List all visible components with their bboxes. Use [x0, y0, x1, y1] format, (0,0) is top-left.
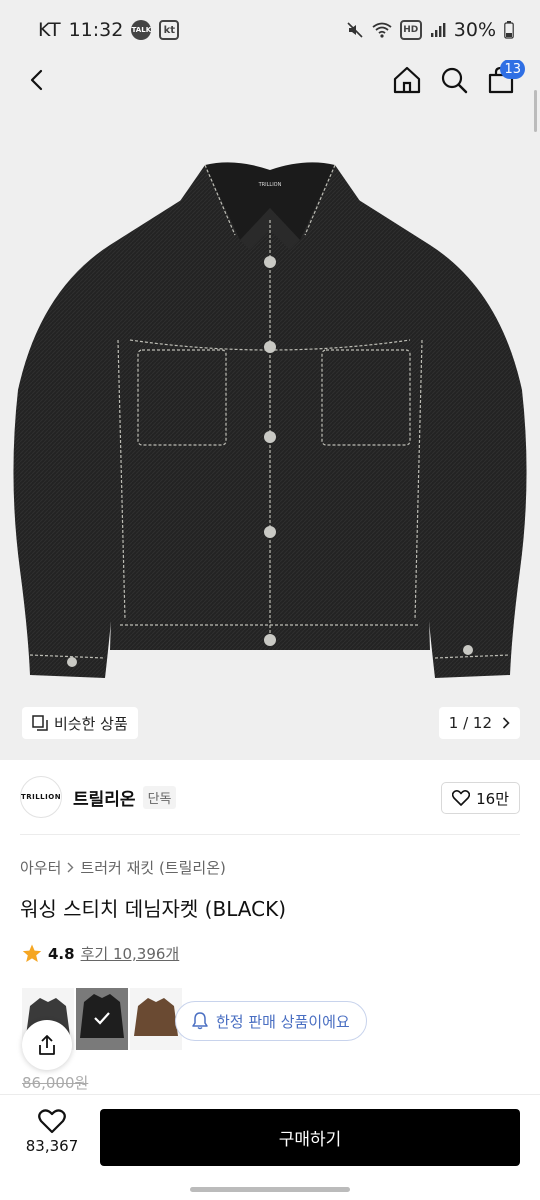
wifi-icon	[372, 22, 392, 38]
page-counter-text: 1 / 12	[448, 714, 492, 732]
exclusive-badge: 단독	[142, 785, 177, 809]
product-title: 워싱 스티치 데님자켓 (BLACK)	[20, 897, 287, 921]
hd-icon: HD	[399, 20, 422, 40]
brand-logo[interactable]: TRILLION	[20, 776, 62, 818]
status-bar: KT 11:32 TALK kt HD 30%	[0, 0, 540, 60]
brand-name[interactable]: 트릴리온	[73, 785, 136, 810]
top-nav: 13	[0, 60, 540, 100]
breadcrumb-subcategory[interactable]: 트러커 재킷 (트릴리온)	[80, 857, 225, 878]
search-icon	[441, 67, 468, 94]
chevron-right-icon	[67, 862, 74, 873]
cart-button[interactable]: 13	[481, 60, 525, 100]
cart-count-badge: 13	[500, 60, 525, 79]
original-price: 86,000원	[22, 1074, 89, 1092]
bottom-action-bar: 83,367 구매하기	[0, 1094, 540, 1174]
breadcrumb: 아우터 트러커 재킷 (트릴리온)	[20, 857, 226, 878]
mute-icon	[347, 22, 363, 38]
clock: 11:32	[68, 19, 124, 41]
variant-thumbnail-selected[interactable]	[76, 988, 128, 1050]
share-icon	[39, 1035, 55, 1055]
brand-like-button[interactable]: 16만	[441, 782, 520, 814]
chevron-left-icon	[30, 69, 43, 91]
home-icon	[393, 66, 421, 94]
search-button[interactable]	[434, 60, 474, 100]
bell-icon	[192, 1012, 208, 1030]
rating-score: 4.8	[48, 944, 75, 963]
image-page-counter[interactable]: 1 / 12	[438, 707, 520, 739]
product-image: TRILLION	[13, 162, 527, 678]
heart-icon	[38, 1109, 66, 1134]
garment-label: TRILLION	[258, 182, 282, 188]
divider	[20, 834, 520, 835]
similar-products-button[interactable]: 비슷한 상품	[22, 707, 138, 739]
kt-icon: kt	[159, 20, 180, 40]
similar-products-label: 비슷한 상품	[54, 714, 128, 733]
carrier-label: KT	[38, 19, 61, 41]
chevron-right-icon	[502, 717, 510, 729]
limited-sale-notice[interactable]: 한정 판매 상품이에요	[175, 1001, 367, 1041]
battery-percent: 30%	[453, 19, 496, 41]
star-icon	[22, 944, 42, 962]
rating-row[interactable]: 4.8 후기 10,396개	[22, 943, 179, 964]
signal-icon	[430, 23, 446, 37]
review-count-link[interactable]: 후기 10,396개	[81, 943, 180, 964]
battery-icon	[504, 21, 514, 39]
brand-like-count: 16만	[476, 789, 509, 808]
home-indicator[interactable]	[190, 1187, 350, 1192]
favorite-button[interactable]: 83,367	[18, 1109, 86, 1155]
limited-sale-text: 한정 판매 상품이에요	[216, 1012, 350, 1031]
scrollbar[interactable]	[534, 90, 537, 132]
favorite-count: 83,367	[25, 1137, 79, 1155]
similar-items-icon	[32, 715, 48, 731]
share-button[interactable]	[22, 1020, 72, 1070]
buy-button[interactable]: 구매하기	[100, 1109, 520, 1166]
brand-row[interactable]: TRILLION 트릴리온 단독 16만	[0, 760, 540, 834]
home-button[interactable]	[387, 60, 427, 100]
back-button[interactable]	[18, 60, 58, 100]
breadcrumb-category[interactable]: 아우터	[20, 857, 61, 878]
heart-icon	[452, 790, 471, 806]
product-image-gallery[interactable]: 13 TRILLION 비슷한 상품 1 / 12	[0, 60, 540, 760]
kakaotalk-icon: TALK	[131, 20, 152, 40]
